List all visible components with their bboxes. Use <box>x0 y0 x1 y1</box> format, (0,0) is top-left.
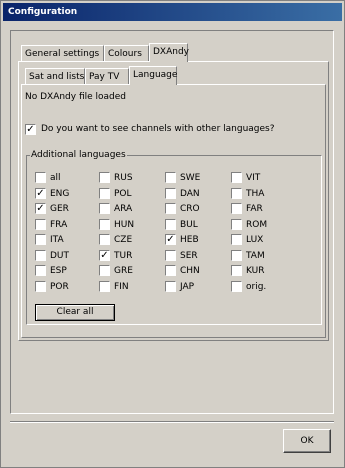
language-checkbox-hun[interactable] <box>99 218 110 230</box>
language-label: CRO <box>180 204 200 214</box>
language-label: CHN <box>180 266 200 276</box>
ok-button[interactable]: OK <box>283 429 331 453</box>
language-label: BUL <box>180 219 198 230</box>
tab-sat-and-lists[interactable]: Sat and lists <box>25 68 85 85</box>
language-checkbox-fin[interactable] <box>99 280 110 292</box>
clear-all-button[interactable]: Clear all <box>35 304 115 321</box>
language-checkbox-orig[interactable] <box>231 280 242 292</box>
language-checkbox-cro[interactable] <box>165 203 176 214</box>
language-label: FIN <box>114 281 129 292</box>
language-label: THA <box>246 188 265 199</box>
language-label: HUN <box>114 219 135 230</box>
other-languages-checkbox[interactable]: ✓ <box>25 124 36 135</box>
language-checkbox-rus[interactable] <box>99 172 110 183</box>
language-label: VIT <box>246 173 261 183</box>
language-checkbox-jap[interactable] <box>165 280 176 292</box>
language-checkbox-esp[interactable] <box>35 265 46 276</box>
language-label: CZE <box>114 235 133 245</box>
tab-pay-tv[interactable]: Pay TV <box>85 68 129 85</box>
language-label: DAN <box>180 188 200 199</box>
language-label: SER <box>180 250 198 261</box>
configuration-window: Configuration General settings Colours D… <box>0 0 345 468</box>
language-checkbox-all[interactable] <box>35 172 46 183</box>
language-label: ITA <box>50 235 64 245</box>
language-label: RUS <box>114 173 133 183</box>
tab-dxandy[interactable]: DXAndy <box>149 43 189 62</box>
additional-languages-title: Additional languages <box>30 150 127 160</box>
language-checkbox-cze[interactable] <box>99 234 110 245</box>
language-label: POL <box>114 188 132 199</box>
language-checkbox-chn[interactable] <box>165 265 176 276</box>
language-label: GRE <box>114 266 133 276</box>
language-label: all <box>50 173 61 183</box>
language-checkbox-fra[interactable] <box>35 218 46 230</box>
language-checkbox-vit[interactable] <box>231 172 242 183</box>
language-checkbox-heb[interactable]: ✓ <box>165 234 176 245</box>
language-checkbox-kur[interactable] <box>231 265 242 276</box>
language-label: JAP <box>180 281 195 292</box>
language-label: FRA <box>50 219 68 230</box>
language-label: orig. <box>246 281 267 292</box>
bottom-divider <box>10 421 334 423</box>
language-checkbox-tam[interactable] <box>231 249 242 261</box>
language-checkbox-ger[interactable]: ✓ <box>35 203 46 214</box>
language-label: ESP <box>50 266 67 276</box>
language-checkbox-dut[interactable] <box>35 249 46 261</box>
language-label: ARA <box>114 204 133 214</box>
language-label: POR <box>50 281 69 292</box>
language-checkbox-dan[interactable] <box>165 187 176 199</box>
language-checkbox-ara[interactable] <box>99 203 110 214</box>
language-label: TUR <box>114 250 133 261</box>
additional-languages-group: Additional languages all RUS SWE VIT ✓ ENG POL… <box>26 150 322 325</box>
language-checkbox-gre[interactable] <box>99 265 110 276</box>
language-checkbox-eng[interactable]: ✓ <box>35 187 46 199</box>
tab-colours[interactable]: Colours <box>104 45 149 62</box>
language-label: TAM <box>246 250 265 261</box>
tab-general-settings[interactable]: General settings <box>21 45 104 62</box>
dxandy-status-text: No DXAndy file loaded <box>25 92 127 102</box>
language-checkbox-por[interactable] <box>35 280 46 292</box>
language-label: FAR <box>246 204 263 214</box>
language-label: KUR <box>246 266 265 276</box>
language-label: HEB <box>180 235 199 245</box>
language-checkbox-ita[interactable] <box>35 234 46 245</box>
other-languages-label: Do you want to see channels with other l… <box>41 124 275 134</box>
tab-language[interactable]: Language <box>129 66 177 85</box>
language-label: ENG <box>50 188 70 199</box>
window-title: Configuration <box>3 3 342 21</box>
language-checkbox-far[interactable] <box>231 203 242 214</box>
language-checkbox-lux[interactable] <box>231 234 242 245</box>
language-checkbox-rom[interactable] <box>231 218 242 230</box>
language-label: ROM <box>246 219 268 230</box>
language-label: SWE <box>180 173 201 183</box>
settings-panel: General settings Colours DXAndy Sat and … <box>10 30 334 414</box>
language-label: LUX <box>246 235 264 245</box>
language-checkbox-tur[interactable]: ✓ <box>99 249 110 261</box>
language-checkbox-ser[interactable] <box>165 249 176 261</box>
language-checkbox-pol[interactable] <box>99 187 110 199</box>
language-checkbox-tha[interactable] <box>231 187 242 199</box>
language-checkbox-bul[interactable] <box>165 218 176 230</box>
language-label: DUT <box>50 250 70 261</box>
language-checkbox-swe[interactable] <box>165 172 176 183</box>
language-label: GER <box>50 204 69 214</box>
